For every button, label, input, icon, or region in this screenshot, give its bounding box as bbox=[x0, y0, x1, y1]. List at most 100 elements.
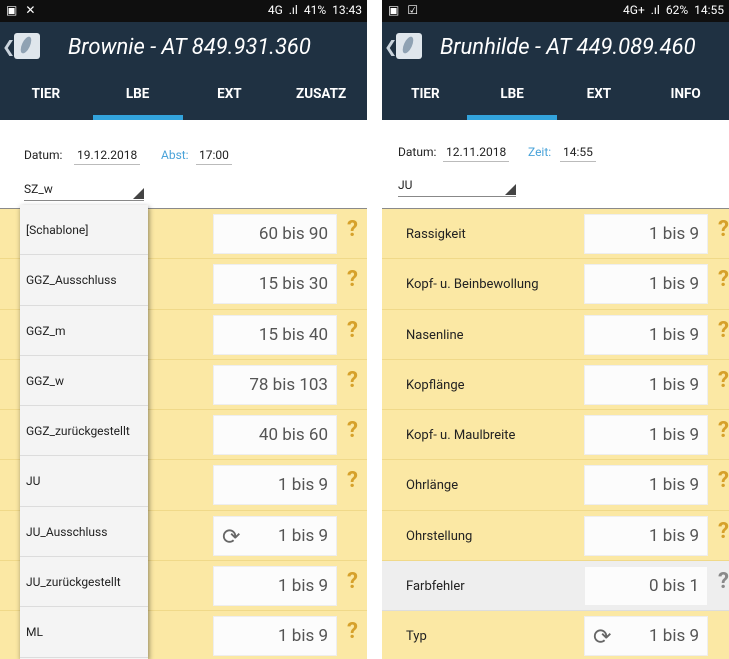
trait-label: Typ bbox=[406, 629, 427, 645]
tab-ext[interactable]: EXT bbox=[184, 72, 276, 120]
gallery-notification-icon: ▣ bbox=[388, 3, 400, 17]
tab-bar: TIER LBE EXT ZUSATZ bbox=[0, 72, 367, 120]
range-value: 1 bis 9 bbox=[649, 626, 699, 647]
range-value: 1 bis 9 bbox=[649, 224, 699, 244]
help-icon[interactable]: ? bbox=[718, 418, 729, 443]
date-label: Datum: bbox=[24, 148, 63, 162]
help-icon[interactable]: ? bbox=[718, 318, 729, 343]
time-field[interactable]: 14:55 bbox=[560, 145, 596, 162]
help-icon[interactable]: ? bbox=[718, 569, 729, 594]
network-indicator: 4G bbox=[267, 3, 283, 17]
dropdown-option[interactable]: ML bbox=[20, 607, 148, 658]
trait-row: Farbfehler 0 bis 1? bbox=[382, 561, 729, 612]
help-icon[interactable]: ? bbox=[347, 217, 358, 242]
range-value: 1 bis 9 bbox=[649, 324, 699, 345]
gallery-notification-icon: ▣ bbox=[6, 3, 18, 17]
trait-row: Rassigkeit 1 bis 9? bbox=[382, 209, 729, 260]
help-icon[interactable]: ? bbox=[347, 267, 358, 292]
range-value: 15 bis 40 bbox=[258, 324, 328, 345]
trait-row: Ohrstellung 1 bis 9? bbox=[382, 510, 729, 562]
help-icon[interactable]: ? bbox=[718, 468, 729, 493]
tab-tier[interactable]: TIER bbox=[382, 72, 469, 120]
range-field[interactable]: 1 bis 9 bbox=[213, 566, 337, 607]
trait-label: Ohrlänge bbox=[406, 478, 459, 494]
range-field[interactable]: 15 bis 30 bbox=[213, 264, 337, 305]
tab-lbe[interactable]: LBE bbox=[469, 72, 556, 120]
tab-info[interactable]: INFO bbox=[642, 72, 729, 120]
range-field[interactable]: 1 bis 9 bbox=[584, 415, 708, 456]
dropdown-option[interactable]: JU bbox=[20, 456, 148, 507]
app-logo-icon bbox=[14, 33, 40, 59]
trait-row: Typ ⟳ 1 bis 9 bbox=[382, 611, 729, 659]
help-icon[interactable]: ? bbox=[718, 368, 729, 393]
help-icon[interactable]: ? bbox=[718, 519, 729, 544]
trait-row: Kopf- u. Beinbewollung 1 bis 9? bbox=[382, 259, 729, 310]
help-icon[interactable]: ? bbox=[347, 619, 358, 644]
help-icon[interactable]: ? bbox=[347, 368, 358, 393]
range-field[interactable]: 15 bis 40 bbox=[213, 314, 337, 355]
help-icon[interactable]: ? bbox=[347, 468, 358, 493]
date-label: Datum: bbox=[398, 145, 437, 159]
network-indicator: 4G+ bbox=[623, 3, 645, 17]
help-icon[interactable]: ? bbox=[718, 267, 729, 292]
status-bar: ▣ ✕ 4G .ıl 41% 13:43 bbox=[0, 0, 367, 22]
range-field[interactable]: 1 bis 9 bbox=[584, 264, 708, 305]
date-field[interactable]: 19.12.2018 bbox=[74, 148, 141, 165]
battery-percent: 62% bbox=[665, 3, 689, 17]
page-title: Brownie - AT 849.931.360 bbox=[68, 35, 311, 60]
time-field[interactable]: 17:00 bbox=[196, 148, 232, 165]
trait-label: Ohrstellung bbox=[406, 528, 473, 544]
template-select-value: JU bbox=[398, 178, 413, 192]
time-label: Abst: bbox=[161, 148, 189, 162]
tab-zusatz[interactable]: ZUSATZ bbox=[275, 72, 367, 120]
dropdown-option[interactable]: GGZ_Ausschluss bbox=[20, 255, 148, 306]
range-field[interactable]: 1 bis 9 bbox=[584, 214, 708, 254]
range-field[interactable]: 1 bis 9 bbox=[213, 465, 337, 506]
range-field[interactable]: 1 bis 9 bbox=[584, 364, 708, 405]
dropdown-option[interactable]: GGZ_w bbox=[20, 356, 148, 407]
range-field[interactable]: 60 bis 90 bbox=[213, 214, 337, 254]
status-bar: ▣ ☑ 4G+ .ıl 62% 14:55 bbox=[382, 0, 729, 22]
range-value: 1 bis 9 bbox=[649, 374, 699, 395]
app-logo-icon bbox=[396, 33, 422, 59]
range-field[interactable]: 1 bis 9 bbox=[213, 616, 337, 657]
range-value: 0 bis 1 bbox=[649, 576, 699, 597]
range-value: 15 bis 30 bbox=[258, 274, 328, 295]
page-title: Brunhilde - AT 449.089.460 bbox=[440, 35, 696, 60]
template-select[interactable]: SZ_w bbox=[24, 182, 144, 201]
dropdown-option[interactable]: GGZ_zurückgestellt bbox=[20, 406, 148, 457]
tab-bar: TIER LBE EXT INFO bbox=[382, 72, 729, 120]
tab-lbe[interactable]: LBE bbox=[92, 72, 184, 120]
help-icon[interactable]: ? bbox=[347, 318, 358, 343]
dropdown-option[interactable]: JU_Ausschluss bbox=[20, 507, 148, 558]
trait-row: Kopf- u. Maulbreite 1 bis 9? bbox=[382, 410, 729, 461]
trait-row: Ohrlänge 1 bis 9? bbox=[382, 460, 729, 511]
date-field[interactable]: 12.11.2018 bbox=[443, 145, 510, 162]
help-icon[interactable]: ? bbox=[347, 418, 358, 443]
template-select[interactable]: JU bbox=[398, 178, 516, 197]
template-select-value: SZ_w bbox=[24, 182, 53, 196]
header-form: Datum: 12.11.2018 Zeit: 14:55 JU bbox=[382, 120, 729, 208]
range-field[interactable]: ⟳ 1 bis 9 bbox=[213, 515, 337, 556]
range-field[interactable]: 1 bis 9 bbox=[584, 465, 708, 506]
range-field[interactable]: 78 bis 103 bbox=[213, 364, 337, 405]
help-icon[interactable]: ? bbox=[347, 569, 358, 594]
range-field[interactable]: 1 bis 9 bbox=[584, 314, 708, 355]
dropdown-option[interactable]: [Schablone] bbox=[20, 205, 148, 256]
range-field[interactable]: 40 bis 60 bbox=[213, 415, 337, 456]
range-field[interactable]: ⟳ 1 bis 9 bbox=[584, 616, 708, 657]
dropdown-option[interactable]: GGZ_m bbox=[20, 306, 148, 356]
sync-icon[interactable]: ⟳ bbox=[222, 525, 240, 550]
tab-ext[interactable]: EXT bbox=[556, 72, 643, 120]
range-field[interactable]: 1 bis 9 bbox=[584, 515, 708, 556]
range-value: 1 bis 9 bbox=[649, 274, 699, 295]
trait-label: Rassigkeit bbox=[406, 227, 466, 242]
dropdown-option[interactable]: JU_zurückgestellt bbox=[20, 557, 148, 608]
battery-percent: 41% bbox=[303, 3, 327, 17]
range-field[interactable]: 0 bis 1 bbox=[584, 566, 708, 607]
help-icon[interactable]: ? bbox=[718, 217, 729, 242]
tab-tier[interactable]: TIER bbox=[0, 72, 92, 120]
range-value: 78 bis 103 bbox=[249, 374, 328, 395]
sync-icon[interactable]: ⟳ bbox=[593, 625, 611, 650]
range-value: 1 bis 9 bbox=[649, 525, 699, 546]
